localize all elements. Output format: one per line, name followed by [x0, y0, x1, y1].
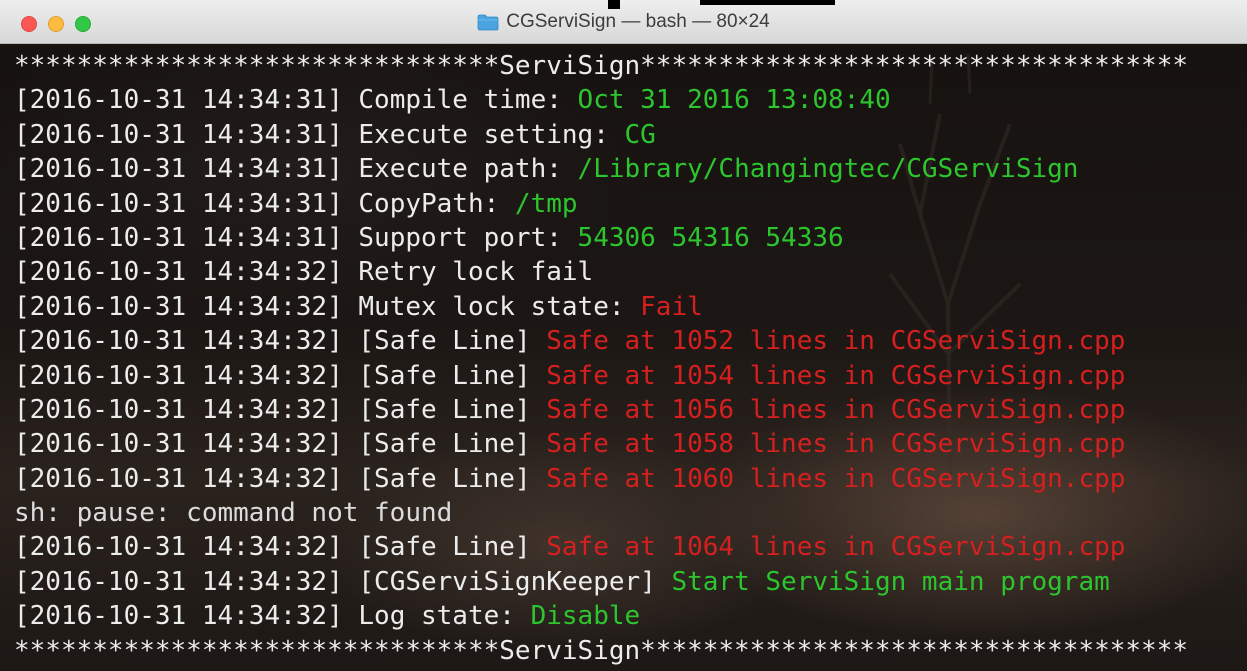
log-label: Retry lock fail: [342, 257, 594, 288]
terminal-output[interactable]: *******************************ServiSign…: [0, 44, 1247, 671]
log-line: [2016-10-31 14:34:32] Retry lock fail: [14, 255, 1247, 289]
log-timestamp: [2016-10-31 14:34:32]: [14, 360, 343, 391]
log-label: [Safe Line]: [342, 360, 547, 391]
log-label: Log state:: [342, 601, 531, 632]
log-value: Start ServiSign main program: [671, 566, 1110, 597]
log-label: [Safe Line]: [342, 326, 547, 357]
window-title: CGServiSign — bash — 80×24: [506, 11, 770, 32]
log-value: 54306 54316 54336: [577, 222, 844, 253]
log-label: Support port:: [342, 222, 578, 253]
log-line: [2016-10-31 14:34:32] [CGServiSignKeeper…: [14, 565, 1247, 599]
log-timestamp: [2016-10-31 14:34:32]: [14, 429, 343, 460]
log-timestamp: [2016-10-31 14:34:32]: [14, 291, 343, 322]
log-timestamp: [2016-10-31 14:34:31]: [14, 222, 343, 253]
log-value: Safe at 1064 lines in CGServiSign.cpp: [546, 532, 1126, 563]
log-timestamp: [2016-10-31 14:34:31]: [14, 85, 343, 116]
log-value: Safe at 1052 lines in CGServiSign.cpp: [546, 326, 1126, 357]
log-timestamp: [2016-10-31 14:34:32]: [14, 326, 343, 357]
log-line: [2016-10-31 14:34:31] Execute setting: C…: [14, 118, 1247, 152]
log-label: CopyPath:: [342, 188, 515, 219]
folder-icon: [477, 14, 499, 30]
log-line: [2016-10-31 14:34:31] CopyPath: /tmp: [14, 187, 1247, 221]
shell-error-text: sh: pause: command not found: [14, 498, 453, 529]
log-value: Safe at 1058 lines in CGServiSign.cpp: [546, 429, 1126, 460]
log-value: Safe at 1054 lines in CGServiSign.cpp: [546, 360, 1126, 391]
log-value: Fail: [640, 291, 703, 322]
log-label: [Safe Line]: [342, 394, 547, 425]
log-line: [2016-10-31 14:34:32] Log state: Disable: [14, 599, 1247, 633]
log-value: CG: [624, 119, 656, 150]
log-value: /tmp: [514, 188, 578, 219]
log-timestamp: [2016-10-31 14:34:31]: [14, 119, 343, 150]
banner-line: *******************************ServiSign…: [14, 51, 1188, 81]
log-line: [2016-10-31 14:34:32] [Safe Line] Safe a…: [14, 359, 1247, 393]
log-line: [2016-10-31 14:34:32] [Safe Line] Safe a…: [14, 462, 1247, 496]
log-label: [Safe Line]: [342, 532, 547, 563]
log-timestamp: [2016-10-31 14:34:32]: [14, 601, 343, 632]
log-value: Safe at 1056 lines in CGServiSign.cpp: [546, 394, 1126, 425]
log-label: [Safe Line]: [342, 463, 547, 494]
log-timestamp: [2016-10-31 14:34:32]: [14, 532, 343, 563]
log-label: Mutex lock state:: [342, 291, 641, 322]
log-timestamp: [2016-10-31 14:34:31]: [14, 154, 343, 185]
log-label: Execute path:: [342, 154, 578, 185]
title-bar-mark: [608, 0, 620, 9]
log-label: Execute setting:: [342, 119, 625, 150]
title-bar[interactable]: CGServiSign — bash — 80×24: [0, 0, 1247, 44]
log-line: [2016-10-31 14:34:31] Support port: 5430…: [14, 221, 1247, 255]
log-value: /Library/Changingtec/CGServiSign: [577, 154, 1079, 185]
log-line: [2016-10-31 14:34:32] [Safe Line] Safe a…: [14, 530, 1247, 564]
shell-error-line: sh: pause: command not found: [14, 496, 1247, 530]
log-timestamp: [2016-10-31 14:34:31]: [14, 188, 343, 219]
log-value: Safe at 1060 lines in CGServiSign.cpp: [546, 463, 1126, 494]
log-timestamp: [2016-10-31 14:34:32]: [14, 257, 343, 288]
log-line: [2016-10-31 14:34:32] [Safe Line] Safe a…: [14, 393, 1247, 427]
log-label: Compile time:: [342, 85, 578, 116]
log-line: [2016-10-31 14:34:31] Compile time: Oct …: [14, 83, 1247, 117]
log-line: [2016-10-31 14:34:32] [Safe Line] Safe a…: [14, 427, 1247, 461]
log-label: [CGServiSignKeeper]: [342, 566, 672, 597]
log-timestamp: [2016-10-31 14:34:32]: [14, 566, 343, 597]
terminal-window: CGServiSign — bash — 80×24 *************…: [0, 0, 1247, 671]
log-timestamp: [2016-10-31 14:34:32]: [14, 394, 343, 425]
title-bar-mark: [700, 0, 835, 5]
log-value: Oct 31 2016 13:08:40: [577, 85, 891, 116]
log-value: Disable: [530, 601, 641, 632]
log-label: [Safe Line]: [342, 429, 547, 460]
window-title-area: CGServiSign — bash — 80×24: [0, 0, 1247, 44]
log-line: [2016-10-31 14:34:32] Mutex lock state: …: [14, 290, 1247, 324]
terminal-lines: *******************************ServiSign…: [14, 49, 1247, 668]
log-line: [2016-10-31 14:34:32] [Safe Line] Safe a…: [14, 324, 1247, 358]
banner-line: *******************************ServiSign…: [14, 635, 1188, 666]
log-line: [2016-10-31 14:34:31] Execute path: /Lib…: [14, 152, 1247, 186]
log-timestamp: [2016-10-31 14:34:32]: [14, 463, 343, 494]
